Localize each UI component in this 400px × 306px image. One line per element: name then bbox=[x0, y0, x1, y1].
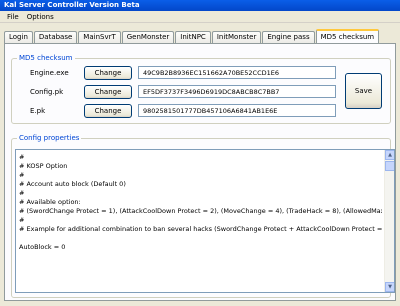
config-line: # bbox=[19, 216, 25, 224]
tab-genmonster[interactable]: GenMonster bbox=[121, 31, 175, 43]
save-button[interactable]: Save bbox=[345, 73, 382, 109]
window-title: Kal Server Controller Version Beta bbox=[0, 0, 400, 11]
e-pk-change-button[interactable]: Change bbox=[84, 104, 132, 118]
engine-exe-label: Engine.exe bbox=[30, 69, 69, 77]
config-line bbox=[19, 252, 382, 261]
tab-strip: Login Database MainSvrT GenMonster InitN… bbox=[4, 29, 380, 43]
config-line bbox=[19, 234, 382, 243]
config-line: # bbox=[19, 153, 25, 161]
e-pk-checksum-field[interactable] bbox=[138, 104, 336, 117]
tab-login[interactable]: Login bbox=[4, 31, 33, 43]
scroll-up-icon[interactable]: ▲ bbox=[385, 150, 394, 160]
config-text-lines: # # KOSP Option # # Account auto block (Def… bbox=[19, 153, 382, 261]
menu-file[interactable]: File bbox=[3, 13, 23, 21]
e-pk-label: E.pk bbox=[30, 107, 46, 115]
engine-exe-change-button[interactable]: Change bbox=[84, 66, 132, 80]
config-line: # bbox=[19, 189, 25, 197]
config-line: # Available option: bbox=[19, 198, 81, 206]
config-properties-group: Config properties # # KOSP Option # # Accou… bbox=[11, 134, 395, 298]
config-line: # KOSP Option bbox=[19, 162, 68, 170]
config-group-label: Config properties bbox=[17, 134, 82, 143]
engine-exe-checksum-field[interactable] bbox=[138, 66, 336, 79]
config-pk-change-button[interactable]: Change bbox=[84, 85, 132, 99]
md5-group-label: MD5 checksum bbox=[17, 54, 75, 63]
menu-options[interactable]: Options bbox=[23, 13, 58, 21]
tab-database[interactable]: Database bbox=[33, 31, 78, 43]
config-line: AutoBlock = 0 bbox=[19, 243, 66, 251]
config-line: # Account auto block (Default 0) bbox=[19, 180, 126, 188]
config-pk-checksum-field[interactable] bbox=[138, 85, 336, 98]
tab-mainsvrt[interactable]: MainSvrT bbox=[78, 31, 121, 43]
tab-md5-checksum[interactable]: MD5 checksum bbox=[315, 29, 380, 43]
menu-bar: File Options bbox=[0, 11, 400, 23]
tab-initmonster[interactable]: InitMonster bbox=[211, 31, 262, 43]
scroll-down-icon[interactable]: ▼ bbox=[385, 282, 394, 292]
config-line: # (SwordChange Protect = 1), (AttackCool… bbox=[19, 207, 382, 215]
md5-checksum-group: MD5 checksum Engine.exe Change Config.pk… bbox=[11, 54, 391, 124]
config-line: # bbox=[19, 171, 25, 179]
tab-engine-pass[interactable]: Engine pass bbox=[262, 31, 315, 43]
scroll-thumb[interactable] bbox=[385, 161, 394, 171]
config-line: # Example for additional combination to … bbox=[19, 225, 382, 233]
config-pk-label: Config.pk bbox=[30, 88, 64, 96]
config-properties-textarea[interactable]: # # KOSP Option # # Account auto block (Def… bbox=[15, 149, 395, 293]
tab-panel: MD5 checksum Engine.exe Change Config.pk… bbox=[4, 43, 396, 301]
tab-initnpc[interactable]: InitNPC bbox=[175, 31, 211, 43]
vertical-scrollbar[interactable]: ▲ ▼ bbox=[384, 150, 394, 292]
